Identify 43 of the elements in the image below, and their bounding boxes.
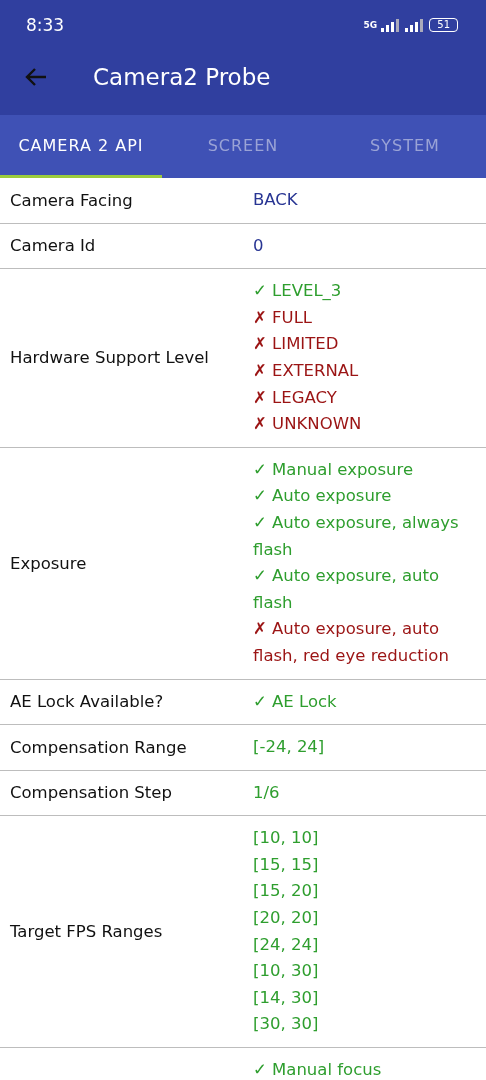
property-label: Compensation Step [10, 783, 172, 803]
property-label: AE Lock Available? [10, 692, 164, 712]
back-icon[interactable] [24, 66, 48, 87]
property-value: ✓ Auto exposure [253, 485, 393, 508]
property-value: ✓ AE Lock [253, 690, 338, 713]
property-value: ✓ LEVEL_3 [253, 280, 343, 303]
property-value: ✗ UNKNOWN [253, 413, 363, 436]
property-value: [20, 20] [253, 907, 320, 930]
property-value: ✗ EXTERNAL [253, 359, 360, 382]
battery-icon: 51 [429, 18, 458, 32]
property-label: Camera Facing [10, 190, 133, 210]
property-value: ✗ Auto exposure, auto flash, red eye reduction [253, 618, 450, 667]
tab[interactable]: SCREEN [162, 115, 324, 178]
signal-icon [381, 18, 402, 32]
property-value: [14, 30] [253, 986, 320, 1009]
property-value: ✓ Auto exposure, always flash [253, 511, 460, 561]
property-value: [30, 30] [253, 1013, 320, 1036]
property-value: 0 [253, 234, 265, 257]
property-value: [10, 10] [253, 827, 320, 850]
signal-icon [405, 18, 426, 32]
property-value: ✓ Manual focus [253, 1059, 383, 1080]
property-label: Target FPS Ranges [10, 922, 163, 942]
property-label: Exposure [10, 553, 87, 573]
property-value: ✗ LEGACY [253, 386, 338, 409]
property-value: BACK [253, 189, 299, 211]
property-value: [15, 20] [253, 880, 320, 903]
property-value: ✗ FULL [253, 306, 314, 329]
property-value: [24, 24] [253, 933, 320, 956]
property-value: ✗ LIMITED [253, 333, 340, 356]
network-type: 5G [363, 20, 378, 30]
property-value: [10, 30] [253, 960, 320, 983]
status-time: 8:33 [26, 15, 65, 35]
tab[interactable]: SYSTEM [324, 115, 486, 178]
property-label: Hardware Support Level [10, 348, 209, 368]
property-value: ✓ Manual exposure [253, 458, 415, 481]
property-value: ✓ Auto exposure, auto flash [253, 565, 441, 614]
property-label: Compensation Range [10, 737, 187, 757]
property-value: 1/6 [253, 781, 281, 804]
property-value: [15, 15] [253, 853, 320, 876]
tab[interactable]: CAMERA 2 API [0, 115, 162, 178]
app-title: Camera2 Probe [93, 63, 271, 90]
property-value: [-24, 24] [253, 736, 326, 759]
property-label: Camera Id [10, 236, 96, 256]
